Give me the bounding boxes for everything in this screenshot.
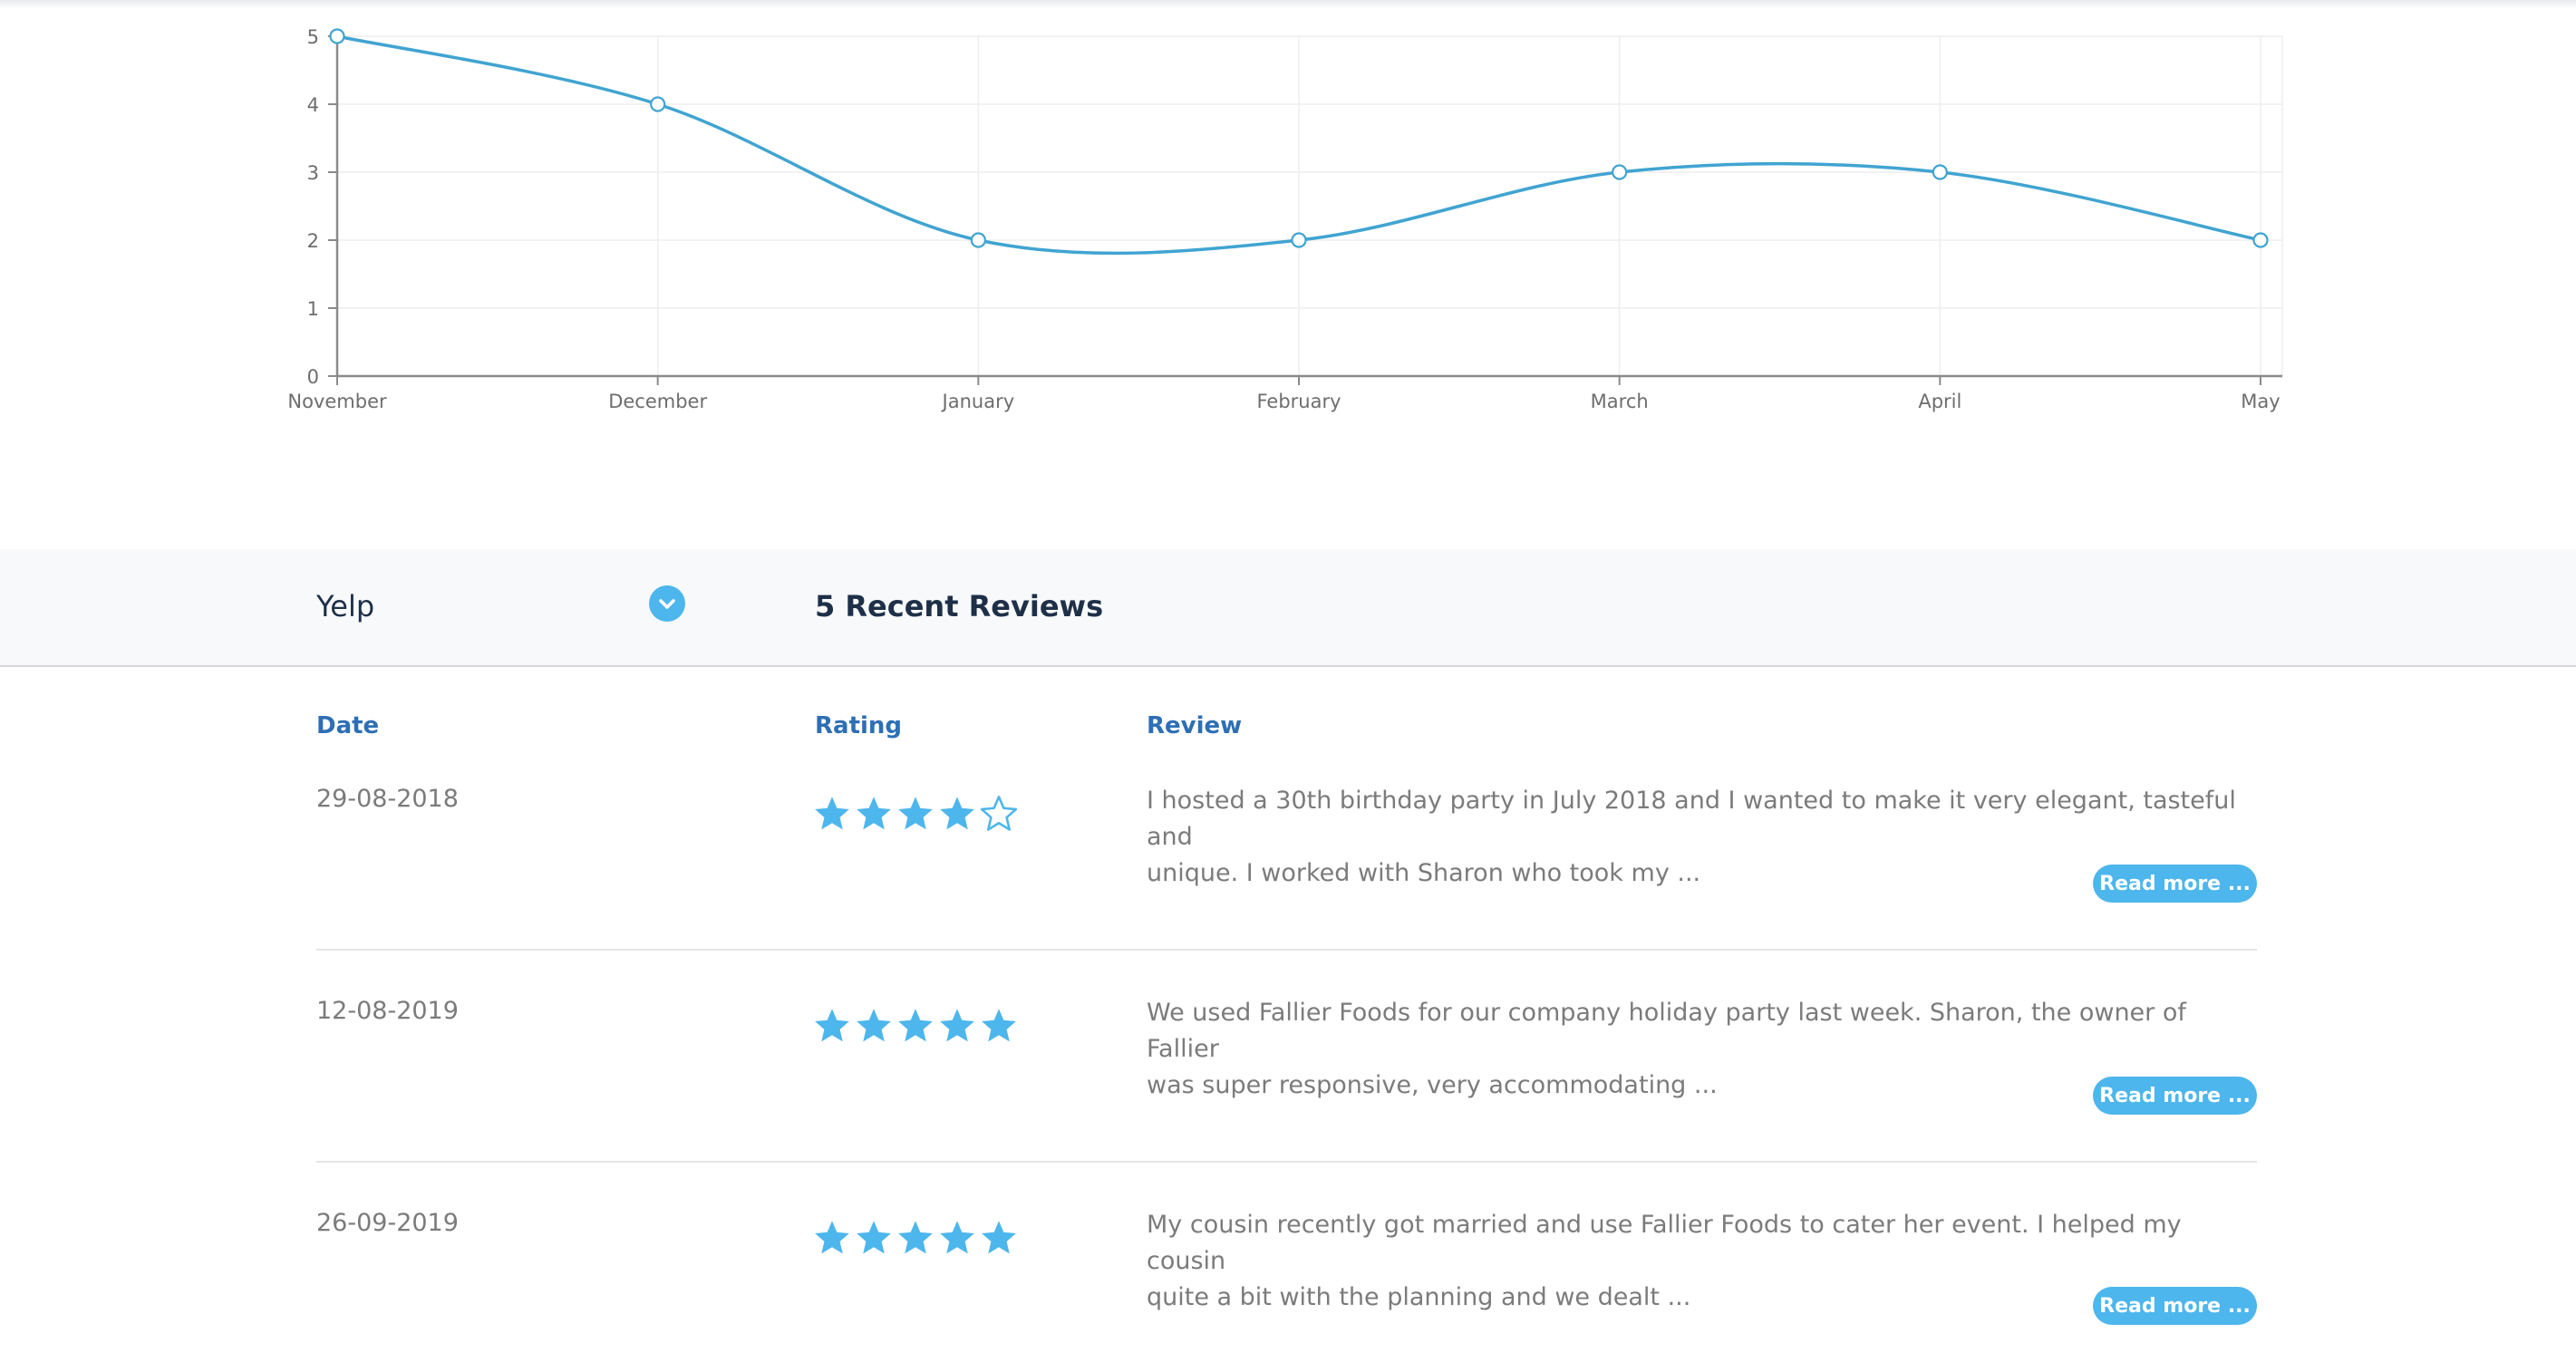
x-tick-label: March bbox=[1591, 391, 1649, 412]
row-divider bbox=[316, 1161, 2257, 1163]
star-filled-icon bbox=[857, 1009, 891, 1042]
star-filled-icon bbox=[857, 1221, 891, 1254]
data-point bbox=[2252, 232, 2269, 248]
review-text-line: We used Fallier Foods for our company ho… bbox=[1147, 999, 2186, 1063]
star-filled-icon bbox=[898, 1009, 933, 1042]
star-rating bbox=[812, 1218, 1019, 1258]
review-text-line: I hosted a 30th birthday party in July 2… bbox=[1147, 787, 2236, 851]
y-tick-label: 3 bbox=[307, 162, 319, 184]
y-tick-label: 1 bbox=[307, 298, 319, 320]
star-filled-icon bbox=[815, 1009, 849, 1042]
recent-reviews-title: 5 Recent Reviews bbox=[815, 589, 1104, 623]
star-filled-icon bbox=[815, 1221, 849, 1254]
star-filled-icon bbox=[898, 1221, 933, 1254]
x-tick-label: December bbox=[608, 391, 707, 412]
star-empty-icon bbox=[980, 796, 1018, 831]
star-filled-icon bbox=[898, 797, 933, 830]
data-point bbox=[329, 28, 345, 44]
chart-grid bbox=[337, 35, 2283, 376]
review-date: 26-09-2019 bbox=[316, 1209, 459, 1237]
data-point bbox=[1932, 164, 1948, 180]
x-tick-label: May bbox=[2241, 391, 2280, 412]
data-point bbox=[1612, 164, 1628, 180]
row-divider bbox=[316, 949, 2257, 951]
data-point bbox=[1291, 232, 1307, 248]
star-filled-icon bbox=[940, 797, 974, 830]
x-tick-label: April bbox=[1918, 391, 1961, 412]
star-filled-icon bbox=[982, 1221, 1016, 1254]
review-text-line: My cousin recently got married and use F… bbox=[1147, 1211, 2182, 1275]
review-date: 29-08-2018 bbox=[316, 785, 459, 813]
review-source-label: Yelp bbox=[316, 589, 375, 623]
chevron-down-icon bbox=[659, 599, 675, 609]
x-tick-label: November bbox=[287, 391, 387, 412]
column-header-date: Date bbox=[316, 712, 380, 739]
data-point bbox=[970, 232, 986, 248]
star-rating bbox=[812, 1006, 1019, 1046]
x-tick-label: January bbox=[941, 391, 1015, 412]
data-point bbox=[650, 96, 666, 112]
star-rating bbox=[812, 794, 1019, 834]
star-filled-icon bbox=[815, 797, 849, 830]
review-source-bar: Yelp 5 Recent Reviews bbox=[0, 549, 2576, 667]
column-header-rating: Rating bbox=[815, 712, 903, 739]
y-tick-label: 2 bbox=[307, 230, 319, 252]
y-axis-ticks: 0 1 2 3 4 5 bbox=[307, 26, 337, 388]
star-filled-icon bbox=[940, 1009, 974, 1042]
x-axis-ticks: November December January February March Apri… bbox=[287, 376, 2281, 412]
read-more-button[interactable]: Read more ... bbox=[2093, 865, 2257, 903]
y-tick-label: 5 bbox=[307, 26, 319, 48]
review-date: 12-08-2019 bbox=[316, 997, 459, 1025]
x-tick-label: February bbox=[1256, 391, 1341, 412]
column-header-review: Review bbox=[1147, 712, 1243, 739]
source-dropdown-toggle[interactable] bbox=[649, 585, 685, 622]
star-filled-icon bbox=[940, 1221, 974, 1254]
y-tick-label: 0 bbox=[307, 366, 319, 388]
star-filled-icon bbox=[982, 1009, 1016, 1042]
read-more-button[interactable]: Read more ... bbox=[2093, 1077, 2257, 1115]
star-filled-icon bbox=[857, 797, 891, 830]
chart-axes bbox=[335, 31, 2282, 378]
read-more-button[interactable]: Read more ... bbox=[2093, 1287, 2257, 1325]
y-tick-label: 4 bbox=[307, 94, 319, 116]
ratings-line-chart: 0 1 2 3 4 5 November December January February Ma… bbox=[287, 26, 2283, 412]
